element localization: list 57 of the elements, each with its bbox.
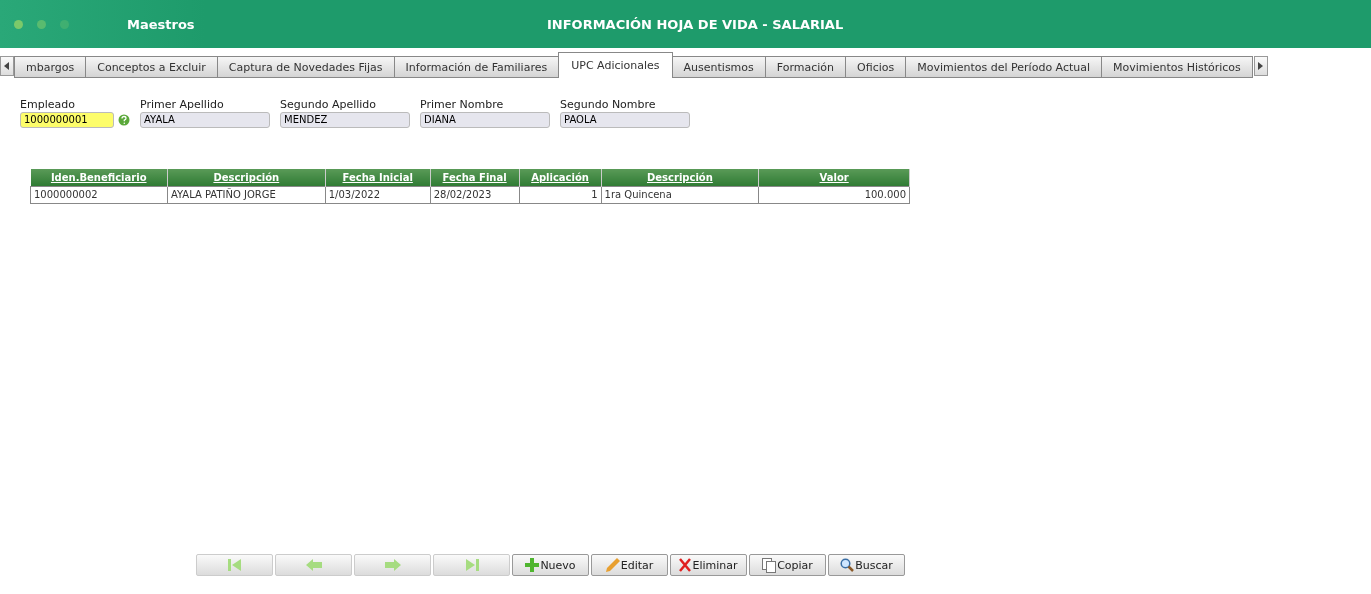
field-label: Empleado: [20, 98, 76, 111]
table-cell: 28/02/2023: [430, 186, 520, 203]
field-label: Segundo Nombre: [560, 98, 657, 111]
tab[interactable]: Información de Familiares: [393, 56, 560, 78]
window-dot[interactable]: [14, 19, 23, 29]
module-title: Maestros: [127, 16, 196, 32]
caret-right-icon: [1257, 62, 1264, 70]
help-icon[interactable]: [118, 114, 130, 126]
input-field[interactable]: MENDEZ: [280, 112, 410, 128]
delete-button[interactable]: Eliminar: [670, 554, 747, 576]
new-button[interactable]: Nuevo: [512, 554, 589, 576]
edit-button[interactable]: Editar: [591, 554, 668, 576]
window-dot[interactable]: [60, 19, 69, 29]
plus-icon: [525, 558, 540, 572]
arrow-right-icon: [383, 558, 402, 572]
column-header[interactable]: Descripción: [167, 169, 326, 186]
input-field[interactable]: DIANA: [420, 112, 550, 128]
pencil-icon: [605, 558, 620, 572]
tab[interactable]: Ausentismos: [671, 56, 766, 78]
table-cell: 100.000: [758, 186, 910, 203]
input-field[interactable]: 1000000001: [20, 112, 114, 128]
field-label: Primer Nombre: [420, 98, 505, 111]
column-header[interactable]: Fecha Inicial: [325, 169, 431, 186]
last-record-icon: [463, 558, 480, 572]
table-cell: 1000000002: [30, 186, 168, 203]
table-cell: 1: [519, 186, 602, 203]
field-label: Segundo Apellido: [280, 98, 378, 111]
column-header[interactable]: Fecha Final: [430, 169, 520, 186]
search-button[interactable]: Buscar: [828, 554, 905, 576]
copy-icon: [762, 557, 777, 573]
scroll-left-button[interactable]: [0, 56, 14, 76]
scroll-right-button[interactable]: [1253, 56, 1268, 76]
first-record-icon: [226, 558, 243, 572]
table-cell: 1ra Quincena: [601, 186, 759, 203]
field-label: Primer Apellido: [140, 98, 225, 111]
tab[interactable]: mbargos: [14, 56, 87, 78]
cross-icon: [679, 558, 692, 572]
column-header[interactable]: Aplicación: [519, 169, 602, 186]
input-field[interactable]: AYALA: [140, 112, 270, 128]
tab[interactable]: Conceptos a Excluir: [85, 56, 218, 78]
tab[interactable]: Captura de Novedades Fijas: [216, 56, 395, 78]
window-dot[interactable]: [37, 19, 46, 29]
column-header[interactable]: Descripción: [601, 169, 759, 186]
tab[interactable]: Movimientos del Período Actual: [905, 56, 1103, 78]
table-cell: AYALA PATIÑO JORGE: [167, 186, 326, 203]
tab[interactable]: Movimientos Históricos: [1101, 56, 1253, 78]
window-title: INFORMACIÓN HOJA DE VIDA - SALARIAL: [547, 16, 844, 32]
column-header[interactable]: Iden.Beneficiario: [30, 169, 168, 186]
arrow-left-icon: [304, 558, 323, 572]
caret-left-icon: [4, 62, 10, 70]
input-field[interactable]: PAOLA: [560, 112, 690, 128]
search-icon: [840, 558, 855, 572]
tab[interactable]: Formación: [764, 56, 847, 78]
column-header[interactable]: Valor: [758, 169, 910, 186]
copy-button[interactable]: Copiar: [749, 554, 826, 576]
tab[interactable]: Oficios: [845, 56, 907, 78]
table-cell: 1/03/2022: [325, 186, 431, 203]
